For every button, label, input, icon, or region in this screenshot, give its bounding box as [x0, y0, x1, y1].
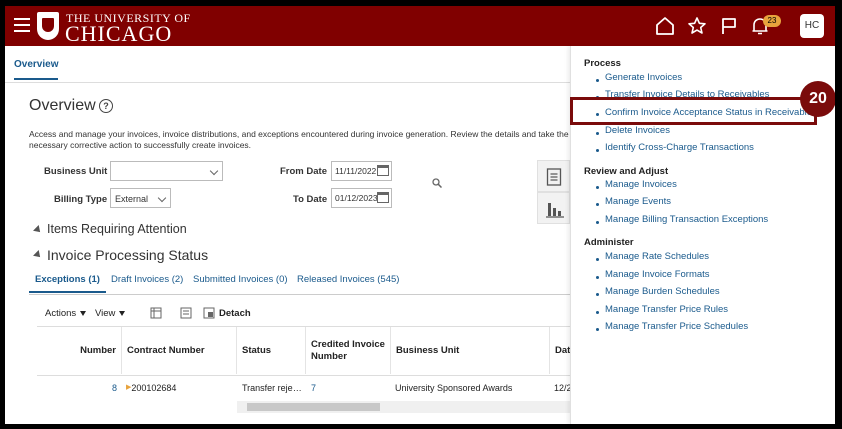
actions-menu[interactable]: Actions: [45, 308, 87, 319]
items-requiring-attention-heading[interactable]: Items Requiring Attention: [47, 222, 187, 236]
tab-overview[interactable]: Overview: [14, 59, 59, 80]
bullet: [596, 311, 599, 314]
administer-heading: Administer: [584, 237, 634, 248]
column-header-status[interactable]: Status: [237, 327, 306, 374]
chevron-down-icon: [157, 193, 167, 203]
column-header-contract-number[interactable]: Contract Number: [122, 327, 237, 374]
link-manage-transfer-price-schedules[interactable]: Manage Transfer Price Schedules: [605, 321, 748, 332]
to-date-input[interactable]: 01/12/2023: [331, 188, 392, 208]
university-name: CHICAGO: [65, 21, 173, 46]
column-header-business-unit[interactable]: Business Unit: [391, 327, 550, 374]
link-identify-cross-charge[interactable]: Identify Cross-Charge Transactions: [605, 142, 754, 153]
bullet: [596, 203, 599, 206]
favorites-star-icon[interactable]: [687, 16, 707, 36]
wrap-rows-icon[interactable]: [180, 307, 192, 319]
invoice-processing-status-heading[interactable]: Invoice Processing Status: [47, 247, 208, 263]
bullet: [596, 258, 599, 261]
detach-icon[interactable]: [203, 307, 215, 319]
column-header-credited-invoice-number[interactable]: Credited Invoice Number: [306, 327, 391, 374]
link-generate-invoices[interactable]: Generate Invoices: [605, 72, 682, 83]
link-manage-transfer-price-rules[interactable]: Manage Transfer Price Rules: [605, 304, 728, 315]
link-manage-invoice-formats[interactable]: Manage Invoice Formats: [605, 269, 710, 280]
link-manage-rate-schedules[interactable]: Manage Rate Schedules: [605, 251, 709, 262]
business-unit-label: Business Unit: [44, 166, 108, 177]
home-icon[interactable]: [655, 16, 675, 36]
analytics-button[interactable]: [537, 192, 570, 224]
column-header-number[interactable]: Number: [37, 327, 122, 374]
bullet: [596, 149, 599, 152]
tab-exceptions[interactable]: Exceptions (1): [29, 274, 106, 293]
collapse-triangle-icon[interactable]: [33, 250, 43, 260]
collapse-triangle-icon[interactable]: [33, 225, 43, 235]
bullet: [596, 132, 599, 135]
horizontal-scrollbar[interactable]: [237, 401, 570, 413]
bar-chart-icon: [546, 203, 564, 218]
billing-type-label: Billing Type: [54, 194, 108, 205]
row-contract-number: ▶200102684: [126, 376, 236, 400]
detach-button[interactable]: Detach: [219, 308, 251, 319]
scrollbar-thumb[interactable]: [247, 403, 380, 411]
chevron-down-icon: [209, 166, 219, 176]
page-description: Access and manage your invoices, invoice…: [29, 129, 569, 150]
document-icon: [546, 168, 562, 186]
callout-highlight-box: [570, 97, 817, 125]
business-unit-select[interactable]: [110, 161, 223, 181]
from-date-label: From Date: [280, 166, 327, 177]
view-label: View: [95, 308, 116, 319]
process-heading: Process: [584, 58, 621, 69]
row-number-link[interactable]: 8: [105, 376, 117, 400]
bullet: [596, 328, 599, 331]
to-date-label: To Date: [293, 194, 328, 205]
help-icon[interactable]: ?: [99, 99, 113, 113]
exceptions-table: Number Contract Number Status Credited I…: [37, 326, 576, 415]
link-delete-invoices[interactable]: Delete Invoices: [605, 125, 670, 136]
bullet: [596, 221, 599, 224]
billing-type-select[interactable]: External: [110, 188, 171, 208]
search-icon[interactable]: [432, 178, 442, 188]
flag-icon[interactable]: [719, 16, 739, 36]
page-title: Overview: [29, 97, 96, 114]
dropdown-triangle-icon: [80, 310, 87, 316]
hamburger-menu-icon[interactable]: [14, 18, 30, 32]
billing-type-value: External: [115, 194, 149, 204]
link-manage-events[interactable]: Manage Events: [605, 196, 671, 207]
row-contract-number-text: 200102684: [131, 383, 177, 393]
top-bar: THE UNIVERSITY OF CHICAGO 23 HC: [5, 6, 835, 46]
review-and-adjust-heading: Review and Adjust: [584, 166, 669, 177]
link-manage-invoices[interactable]: Manage Invoices: [605, 179, 677, 190]
invoice-status-tabs: Exceptions (1) Draft Invoices (2) Submit…: [29, 270, 570, 295]
tab-submitted-invoices[interactable]: Submitted Invoices (0): [193, 274, 288, 285]
bullet: [596, 293, 599, 296]
from-date-input[interactable]: 11/11/2022: [331, 161, 392, 181]
row-credited-invoice-link[interactable]: 7: [311, 376, 381, 400]
tab-draft-invoices[interactable]: Draft Invoices (2): [111, 274, 183, 285]
calendar-icon[interactable]: [377, 192, 389, 203]
actions-label: Actions: [45, 308, 77, 319]
user-avatar[interactable]: HC: [800, 14, 824, 38]
to-date-value: 01/12/2023: [335, 193, 378, 203]
dropdown-triangle-icon: [119, 310, 126, 316]
bullet: [596, 186, 599, 189]
row-status: Transfer rejected: [242, 383, 302, 393]
step-number-badge: 20: [800, 81, 835, 117]
notification-count-badge[interactable]: 23: [763, 15, 781, 27]
app-window: THE UNIVERSITY OF CHICAGO 23 HC Overview…: [5, 6, 835, 424]
tab-released-invoices[interactable]: Released Invoices (545): [297, 274, 399, 285]
list-view-button[interactable]: [537, 160, 570, 192]
bullet: [596, 79, 599, 82]
university-crest-logo: [37, 12, 59, 40]
from-date-value: 11/11/2022: [335, 166, 377, 176]
page-tab-strip: Overview: [5, 46, 570, 83]
freeze-columns-icon[interactable]: [150, 307, 162, 319]
view-menu[interactable]: View: [95, 308, 126, 319]
calendar-icon[interactable]: [377, 165, 389, 176]
row-business-unit: University Sponsored Awards: [395, 383, 513, 393]
bullet: [596, 276, 599, 279]
link-manage-burden-schedules[interactable]: Manage Burden Schedules: [605, 286, 720, 297]
link-manage-billing-exceptions[interactable]: Manage Billing Transaction Exceptions: [605, 214, 768, 225]
